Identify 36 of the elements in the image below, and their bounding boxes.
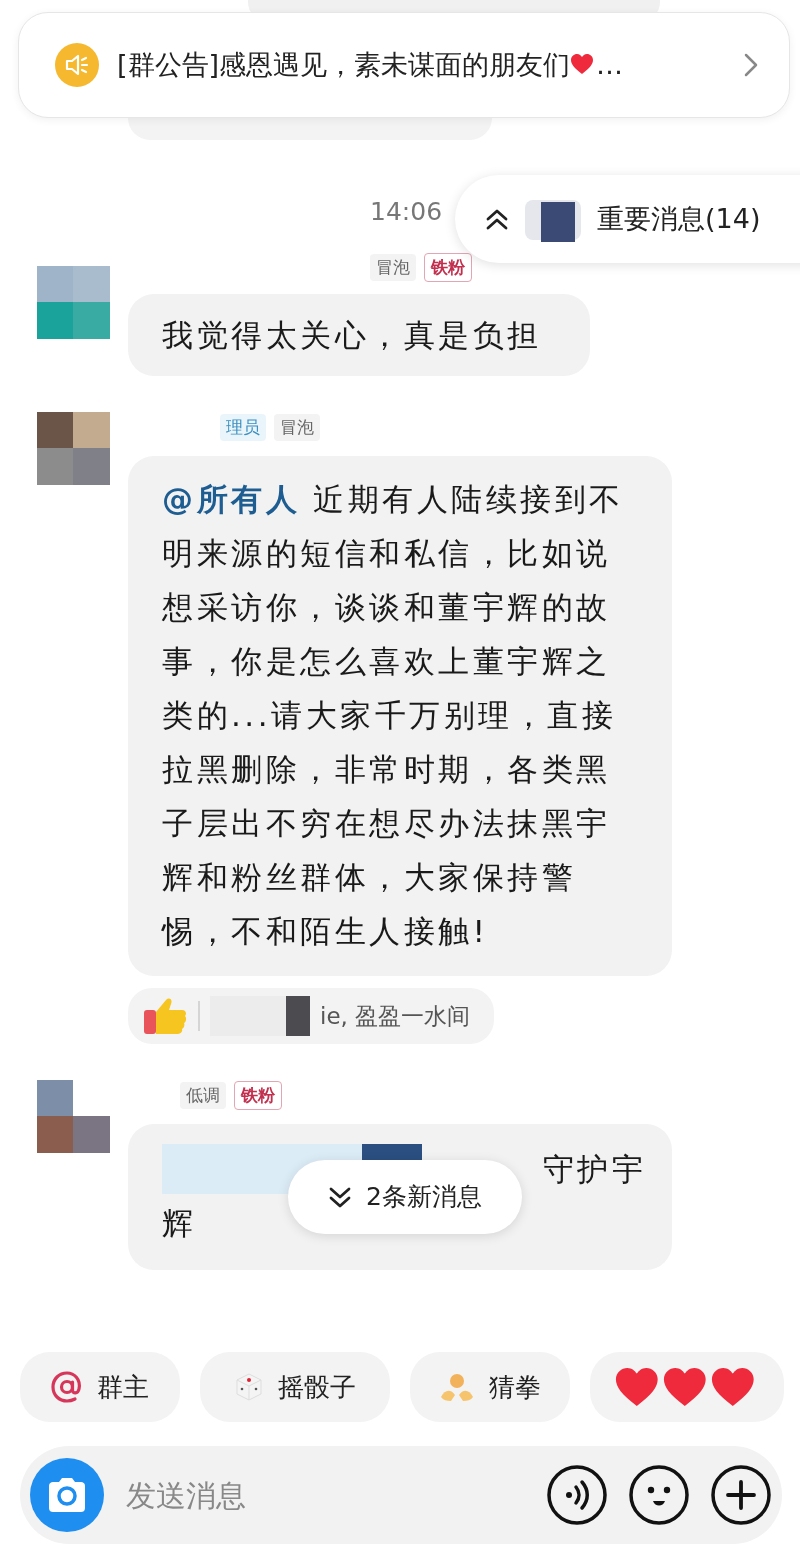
message-text: 守护宇 bbox=[542, 1151, 646, 1187]
quick-action-button[interactable] bbox=[590, 1352, 784, 1422]
mention-link[interactable]: @所有人 bbox=[162, 481, 300, 517]
plus-icon[interactable] bbox=[711, 1465, 771, 1525]
thumbs-up-icon bbox=[142, 996, 188, 1036]
quick-action-button[interactable]: 猜拳 bbox=[410, 1352, 570, 1422]
new-messages-button[interactable]: 2条新消息 bbox=[288, 1160, 522, 1234]
message-text: 我觉得太关心，真是负担 bbox=[162, 316, 543, 354]
dice-icon bbox=[234, 1372, 264, 1402]
emoji-icon[interactable] bbox=[629, 1465, 689, 1525]
camera-button[interactable] bbox=[30, 1458, 104, 1532]
double-chevron-down-icon bbox=[328, 1186, 353, 1208]
ellipsis-text: … bbox=[596, 47, 624, 82]
announcement-text: [群公告]感恩遇见，素未谋面的朋友们 bbox=[117, 47, 571, 82]
user-tag: 铁粉 bbox=[234, 1080, 282, 1110]
message-text: @所有人 近期有人陆续接到不明来源的短信和私信，比如说想采访你，谈谈和董宇辉的故事，你是怎么喜欢上董宇辉之类的...请大家千万别理，直接拉黑删除，非常时期，各类黑子层出不穷在想尽办法抹黑宇辉和粉丝群体，大家保持警惕，不和陌生人接触! bbox=[162, 480, 625, 951]
voice-icon[interactable] bbox=[547, 1465, 607, 1525]
quick-action-button[interactable]: 摇骰子 bbox=[200, 1352, 390, 1422]
timestamp: 14:06 bbox=[370, 197, 443, 226]
announcement-banner[interactable]: [群公告]感恩遇见，素未谋面的朋友们 … bbox=[18, 12, 790, 118]
message-text: 辉 bbox=[162, 1205, 197, 1241]
speaker-icon bbox=[55, 43, 99, 87]
input-bar[interactable]: 发送消息 bbox=[20, 1446, 782, 1544]
chevron-right-icon bbox=[743, 52, 759, 78]
reaction-names: ie, 盈盈一水间 bbox=[320, 1001, 471, 1031]
important-messages-label: 重要消息(14) bbox=[597, 201, 761, 236]
user-tag: 理员 bbox=[220, 413, 266, 441]
new-messages-label: 2条新消息 bbox=[366, 1181, 482, 1214]
user-tag: 铁粉 bbox=[424, 252, 472, 282]
user-tag: 冒泡 bbox=[370, 253, 416, 281]
quick-action-button[interactable]: 群主 bbox=[20, 1352, 180, 1422]
at-sign-icon bbox=[51, 1371, 83, 1403]
double-chevron-up-icon bbox=[485, 208, 509, 230]
user-tag: 冒泡 bbox=[274, 413, 320, 441]
message-input[interactable]: 发送消息 bbox=[124, 1471, 526, 1519]
user-tag: 低调 bbox=[180, 1081, 226, 1109]
